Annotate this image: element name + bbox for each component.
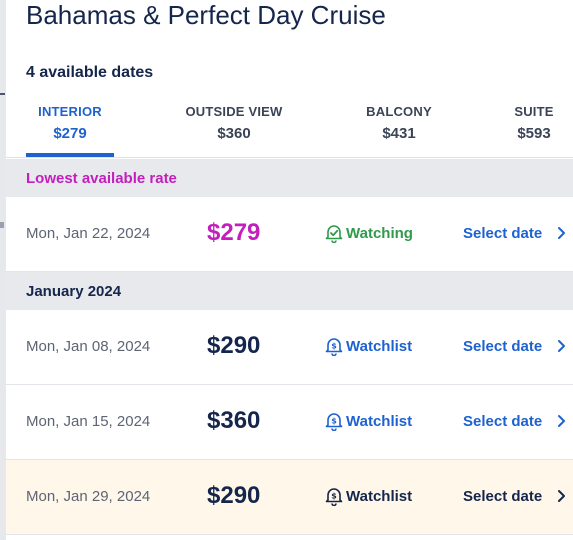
background-mark — [0, 222, 4, 228]
sailing-date: Mon, Jan 15, 2024 — [26, 413, 151, 430]
tab-label: INTERIOR — [38, 104, 102, 119]
tab-suite[interactable]: SUITE $593 — [509, 104, 559, 142]
svg-text:$: $ — [331, 417, 337, 426]
available-dates-count: 4 available dates — [26, 64, 154, 81]
tab-label: SUITE — [514, 104, 554, 119]
select-date-label: Select date — [463, 488, 543, 505]
watch-label: Watchlist — [346, 487, 413, 505]
section-title: Lowest available rate — [26, 170, 177, 187]
sailing-dates-panel: Bahamas & Perfect Day Cruise 4 available… — [6, 0, 573, 540]
sailing-price: $290 — [207, 332, 261, 359]
tab-balcony[interactable]: BALCONY $431 — [362, 104, 436, 142]
watch-label: Watching — [346, 224, 413, 242]
month-header: January 2024 — [6, 272, 573, 310]
watchlist-button[interactable]: $ Watchlist — [324, 410, 412, 432]
tab-label: BALCONY — [366, 104, 432, 119]
background-mark — [0, 93, 5, 95]
sailing-date: Mon, Jan 22, 2024 — [26, 225, 151, 242]
tab-interior[interactable]: INTERIOR $279 — [26, 104, 114, 142]
bell-dollar-icon: $ — [325, 338, 343, 356]
bell-dollar-icon: $ — [325, 413, 343, 431]
date-row[interactable]: Mon, Jan 08, 2024 $290 $ Watchlist Selec… — [6, 310, 573, 385]
page-title: Bahamas & Perfect Day Cruise — [26, 0, 386, 30]
sailing-price: $360 — [207, 407, 261, 434]
select-date-label: Select date — [463, 338, 543, 355]
tab-price: $593 — [517, 125, 551, 142]
sailing-price: $290 — [207, 482, 261, 509]
select-date-button[interactable]: Select date — [463, 413, 565, 430]
tab-label: OUTSIDE VIEW — [185, 104, 283, 119]
svg-text:$: $ — [331, 492, 337, 501]
tab-price: $279 — [53, 125, 87, 142]
chevron-right-icon — [558, 227, 565, 239]
date-row[interactable]: Mon, Jan 22, 2024 $279 Watching Select d… — [6, 197, 573, 272]
select-date-button[interactable]: Select date — [463, 488, 565, 505]
tab-price: $360 — [217, 125, 251, 142]
active-tab-indicator — [26, 153, 114, 157]
tab-price: $431 — [382, 125, 416, 142]
watch-label: Watchlist — [346, 412, 413, 430]
date-row[interactable]: Mon, Jan 15, 2024 $360 $ Watchlist Selec… — [6, 385, 573, 460]
sailing-date: Mon, Jan 08, 2024 — [26, 338, 151, 355]
room-type-tabs: INTERIOR $279 OUTSIDE VIEW $360 BALCONY … — [6, 100, 573, 158]
watch-label: Watchlist — [346, 337, 413, 355]
chevron-right-icon — [558, 340, 565, 352]
chevron-right-icon — [558, 415, 565, 427]
watchlist-button[interactable]: $ Watchlist — [324, 485, 412, 507]
chevron-right-icon — [558, 490, 565, 502]
watchlist-button[interactable]: $ Watchlist — [324, 335, 412, 357]
select-date-button[interactable]: Select date — [463, 338, 565, 355]
watching-toggle[interactable]: Watching — [324, 222, 413, 244]
sailing-price: $279 — [207, 219, 261, 246]
select-date-label: Select date — [463, 413, 543, 430]
bell-dollar-icon: $ — [325, 488, 343, 506]
tab-outside-view[interactable]: OUTSIDE VIEW $360 — [182, 104, 286, 142]
section-title: January 2024 — [26, 283, 122, 300]
svg-text:$: $ — [331, 342, 337, 351]
sailing-date: Mon, Jan 29, 2024 — [26, 488, 151, 505]
select-date-label: Select date — [463, 225, 543, 242]
select-date-button[interactable]: Select date — [463, 225, 565, 242]
bell-check-icon — [325, 225, 343, 243]
lowest-rate-header: Lowest available rate — [6, 159, 573, 197]
date-row[interactable]: Mon, Jan 29, 2024 $290 $ Watchlist Selec… — [6, 460, 573, 535]
